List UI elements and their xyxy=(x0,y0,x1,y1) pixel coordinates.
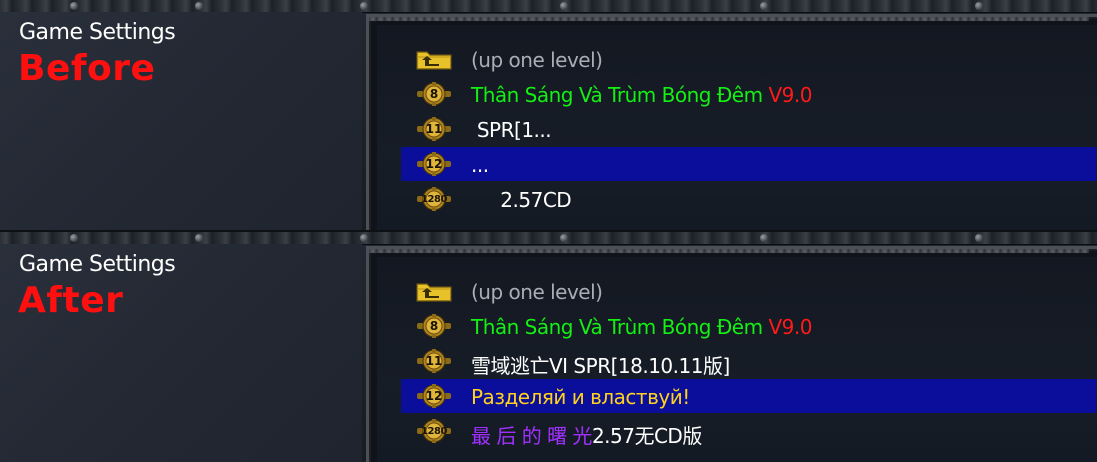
state-label: After xyxy=(18,280,124,321)
map-list-item[interactable]: 8 Thân Sáng Và Trùm Bóng Đêm V9.0 xyxy=(401,77,1096,111)
item-label-part: 最 后 的 曙 光 xyxy=(471,424,592,448)
map-list-item[interactable]: 12... xyxy=(401,147,1096,181)
badge-number: 8 xyxy=(429,319,439,333)
gear-badge-icon: 12 xyxy=(415,384,453,408)
badge-number: 12 xyxy=(425,157,443,171)
item-label-part: 2.57CD xyxy=(471,188,572,212)
gear-badge-icon: 8 xyxy=(415,314,453,338)
border-stud xyxy=(975,234,983,242)
up-one-level-item[interactable]: (up one level) xyxy=(401,42,1096,76)
badge-number: 1280 xyxy=(421,193,447,205)
item-label: (up one level) xyxy=(471,48,603,72)
badge-number: 1280 xyxy=(421,425,447,437)
gear-badge-icon: 1280 xyxy=(415,419,453,443)
badge-number: 12 xyxy=(425,389,443,403)
border-stud xyxy=(360,234,368,242)
map-list-item[interactable]: 8 Thân Sáng Và Trùm Bóng Đêm V9.0 xyxy=(401,309,1096,343)
badge-number: 8 xyxy=(429,87,439,101)
map-list-frame: (up one level) 8 Thân Sáng Và Trùm Bóng Đê… xyxy=(366,14,1097,230)
map-list[interactable]: (up one level) 8 Thân Sáng Và Trùm Bóng Đê… xyxy=(377,257,1097,462)
folder-up-icon xyxy=(415,47,453,71)
gear-badge-icon: 8 xyxy=(415,82,453,106)
folder-up-icon xyxy=(415,279,453,303)
gear-badge-icon: 11 xyxy=(415,349,453,373)
map-list-item[interactable]: 11 SPR[1... xyxy=(401,112,1096,146)
border-stud xyxy=(760,2,768,10)
border-stud xyxy=(70,2,78,10)
item-label-part: Разделяй и властвуй! xyxy=(471,385,690,409)
item-label: Разделяй и властвуй! xyxy=(471,385,690,409)
item-label: SPR[1... xyxy=(471,118,552,142)
item-label-part: V9.0 xyxy=(768,315,812,339)
item-label: ... xyxy=(471,153,489,177)
border-stud xyxy=(360,2,368,10)
item-label-part: (up one level) xyxy=(471,280,603,304)
item-label-part: (up one level) xyxy=(471,48,603,72)
border-stud xyxy=(760,234,768,242)
map-list-item[interactable]: 12 Разделяй и властвуй! xyxy=(401,379,1096,413)
item-label: 2.57CD xyxy=(471,188,571,212)
item-label-part: SPR[1... xyxy=(471,118,552,142)
item-label: 雪域逃亡VI SPR[18.10.11版] xyxy=(471,350,730,379)
item-label-part: Thân Sáng Và Trùm Bóng Đêm xyxy=(471,83,769,107)
frame-edge xyxy=(369,249,1089,253)
border-stud xyxy=(195,2,203,10)
item-label-part: ... xyxy=(471,153,489,177)
frame-edge xyxy=(369,17,1089,21)
item-label: Thân Sáng Và Trùm Bóng Đêm V9.0 xyxy=(471,315,812,339)
map-list[interactable]: (up one level) 8 Thân Sáng Và Trùm Bóng Đê… xyxy=(377,25,1097,230)
item-label-part: V9.0 xyxy=(768,83,812,107)
badge-number: 11 xyxy=(425,354,443,368)
item-label: (up one level) xyxy=(471,280,603,304)
item-label-part: Thân Sáng Và Trùm Bóng Đêm xyxy=(471,315,769,339)
before-panel: Game Settings Before (up one level) 8 Thân… xyxy=(0,0,1097,230)
gear-badge-icon: 12 xyxy=(415,152,453,176)
border-stud xyxy=(70,234,78,242)
border-stud xyxy=(195,234,203,242)
game-settings-title: Game Settings xyxy=(19,252,176,277)
map-list-item[interactable]: 1280 最 后 的 曙 光2.57无CD版 xyxy=(401,414,1096,448)
border-stud xyxy=(975,2,983,10)
item-label-part: 雪域逃亡VI SPR[18.10.11版] xyxy=(471,354,730,378)
map-list-frame: (up one level) 8 Thân Sáng Và Trùm Bóng Đê… xyxy=(366,246,1097,462)
game-settings-title: Game Settings xyxy=(19,20,176,45)
map-list-item[interactable]: 1280 2.57CD xyxy=(401,182,1096,216)
gear-badge-icon: 11 xyxy=(415,117,453,141)
item-label: 最 后 的 曙 光2.57无CD版 xyxy=(471,420,702,449)
badge-number: 11 xyxy=(425,122,443,136)
item-label-part: 2.57无CD版 xyxy=(591,424,702,448)
border-stud xyxy=(560,2,568,10)
gear-badge-icon: 1280 xyxy=(415,187,453,211)
up-one-level-item[interactable]: (up one level) xyxy=(401,274,1096,308)
map-list-item[interactable]: 11 雪域逃亡VI SPR[18.10.11版] xyxy=(401,344,1096,378)
after-panel: Game Settings After (up one level) 8 Thân … xyxy=(0,232,1097,462)
item-label: Thân Sáng Và Trùm Bóng Đêm V9.0 xyxy=(471,83,812,107)
border-stud xyxy=(560,234,568,242)
state-label: Before xyxy=(18,48,156,89)
